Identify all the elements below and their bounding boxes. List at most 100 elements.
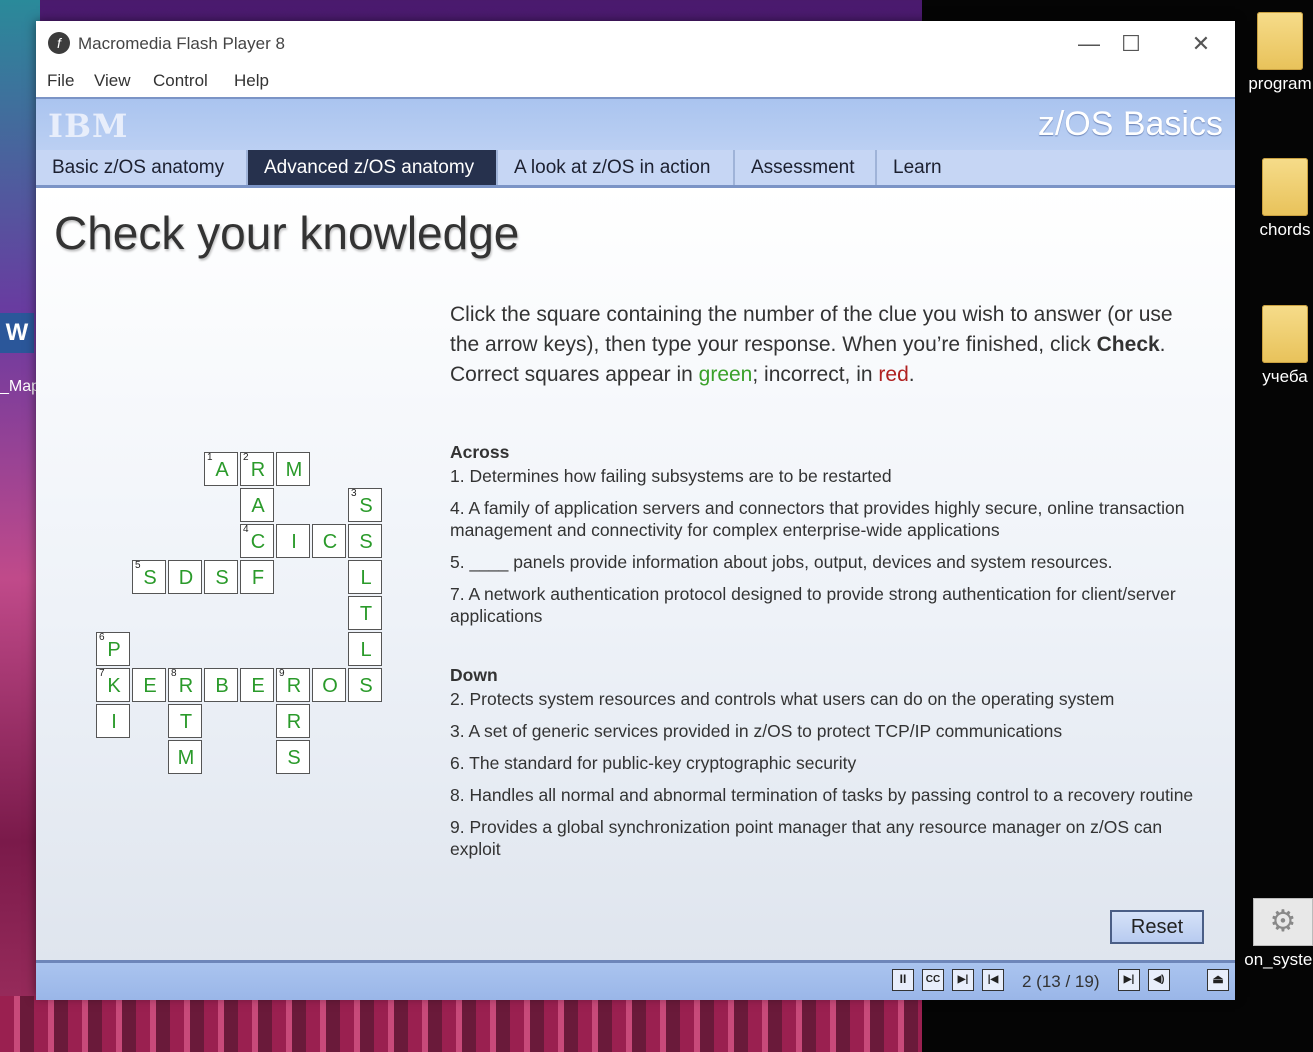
down-clue-2: 2. Protects system resources and control… [450, 689, 1115, 709]
lesson-content: Check your knowledge 1A2RMA3S4CICS5SDSFL… [36, 188, 1235, 960]
minimize-button[interactable]: — [1066, 27, 1112, 61]
volume-icon[interactable]: ◀) [1148, 969, 1170, 991]
across-clue-4: 4. A family of application servers and c… [450, 498, 1185, 540]
next-icon[interactable]: ▶| [1118, 969, 1140, 991]
crossword-cell[interactable]: 6P [96, 632, 130, 666]
instructions-text: Click the square containing the number o… [450, 300, 1190, 390]
cell-letter: M [177, 747, 195, 769]
cell-letter: A [251, 495, 265, 517]
crossword-cell[interactable]: C [312, 524, 346, 558]
pause-icon[interactable]: II [892, 969, 914, 991]
crossword-cell[interactable]: 4C [240, 524, 274, 558]
red-word: red [878, 363, 909, 386]
crossword-cell[interactable]: B [204, 668, 238, 702]
crossword-cell[interactable]: E [132, 668, 166, 702]
cell-letter: R [286, 675, 302, 697]
crossword-cell[interactable]: S [348, 524, 382, 558]
menu-file[interactable]: File [47, 71, 74, 91]
crossword-cell[interactable]: 9R [276, 668, 310, 702]
menu-view[interactable]: View [94, 71, 131, 91]
cell-letter: I [111, 711, 117, 733]
cell-letter: C [250, 531, 266, 553]
page-title: Check your knowledge [54, 207, 520, 259]
crossword-cell[interactable]: S [276, 740, 310, 774]
crossword-cell[interactable]: 5S [132, 560, 166, 594]
cell-letter: A [215, 459, 229, 481]
crossword-cell[interactable]: F [240, 560, 274, 594]
cell-letter: L [360, 639, 372, 661]
cell-letter: S [287, 747, 301, 769]
crossword-cell[interactable]: O [312, 668, 346, 702]
crossword-cell[interactable]: R [276, 704, 310, 738]
tab-assessment[interactable]: Assessment [735, 150, 877, 185]
gear-icon: ⚙ [1253, 898, 1313, 946]
player-controls-bar: II CC ▶| |◀ 2 (13 / 19) ▶| ◀) ⏏ [36, 960, 1235, 1000]
crossword-cell[interactable]: T [168, 704, 202, 738]
menu-help[interactable]: Help [234, 71, 269, 91]
crossword-cell[interactable]: I [276, 524, 310, 558]
crossword-cell[interactable]: L [348, 632, 382, 666]
cell-letter: F [251, 567, 265, 589]
desktop-icon-chords[interactable]: chords [1240, 158, 1313, 240]
menu-control[interactable]: Control [153, 71, 208, 91]
across-clue-1: 1. Determines how failing subsystems are… [450, 466, 892, 486]
crossword-cell[interactable]: 7K [96, 668, 130, 702]
cell-letter: S [359, 531, 373, 553]
desktop-icon-label: program [1248, 74, 1312, 93]
crossword-cell[interactable]: I [96, 704, 130, 738]
cell-letter: R [178, 675, 194, 697]
crossword-cell[interactable]: 2R [240, 452, 274, 486]
cc-icon[interactable]: CC [922, 969, 944, 991]
course-header: IBM z/OS Basics [36, 97, 1235, 152]
folder-icon [1262, 158, 1308, 216]
crossword-grid: 1A2RMA3S4CICS5SDSFLT6PL7KE8RBE9ROSITRMS [96, 452, 386, 782]
cell-letter: O [322, 675, 338, 697]
cell-letter: D [178, 567, 194, 589]
crossword-cell[interactable]: E [240, 668, 274, 702]
down-clue-8: 8. Handles all normal and abnormal termi… [450, 785, 1194, 805]
cell-letter: T [359, 603, 373, 625]
cell-letter: T [179, 711, 193, 733]
down-clue-9: 9. Provides a global synchronization poi… [450, 817, 1163, 859]
word-app-icon[interactable]: W [0, 313, 34, 353]
clue-list: Across 1. Determines how failing subsyst… [450, 442, 1195, 870]
tab-advanced-zos-anatomy[interactable]: Advanced z/OS anatomy [248, 150, 498, 185]
desktop-icon-label: on_systen [1244, 950, 1313, 969]
tab-basic-zos-anatomy[interactable]: Basic z/OS anatomy [36, 150, 248, 185]
crossword-cell[interactable]: L [348, 560, 382, 594]
cell-letter: R [286, 711, 302, 733]
crossword-cell[interactable]: 8R [168, 668, 202, 702]
cell-letter: R [250, 459, 266, 481]
crossword-cell[interactable]: S [348, 668, 382, 702]
crossword-cell[interactable]: S [204, 560, 238, 594]
crossword-cell[interactable]: M [168, 740, 202, 774]
reset-button[interactable]: Reset [1110, 910, 1204, 944]
maximize-button[interactable]: ☐ [1108, 27, 1154, 61]
across-heading: Across [450, 442, 510, 462]
across-clue-5: 5. ____ panels provide information about… [450, 552, 1113, 572]
folder-icon [1262, 305, 1308, 363]
tab-learn-more[interactable]: Learn more [877, 150, 1003, 213]
cell-letter: I [291, 531, 297, 553]
crossword-cell[interactable]: 1A [204, 452, 238, 486]
desktop-icon-label: учеба [1262, 367, 1308, 386]
cell-letter: B [215, 675, 229, 697]
desktop-icon-on-systen[interactable]: ⚙ on_systen [1238, 898, 1313, 970]
crossword-cell[interactable]: 3S [348, 488, 382, 522]
cell-letter: M [285, 459, 303, 481]
tab-zos-in-action[interactable]: A look at z/OS in action [498, 150, 735, 185]
cell-letter: P [107, 639, 121, 661]
down-heading: Down [450, 665, 498, 685]
desktop-icon-program[interactable]: program [1235, 12, 1313, 94]
rewind-icon[interactable]: |◀ [982, 969, 1004, 991]
crossword-cell[interactable]: M [276, 452, 310, 486]
crossword-cell[interactable]: T [348, 596, 382, 630]
close-button[interactable]: ✕ [1178, 27, 1224, 61]
eject-icon[interactable]: ⏏ [1207, 969, 1229, 991]
desktop-icon-ucheba[interactable]: учеба [1240, 305, 1313, 387]
play-step-icon[interactable]: ▶| [952, 969, 974, 991]
crossword-cell[interactable]: A [240, 488, 274, 522]
crossword-cell[interactable]: D [168, 560, 202, 594]
menu-bar: File View Control Help [36, 67, 1235, 97]
title-bar[interactable]: f Macromedia Flash Player 8 — ☐ ✕ [36, 21, 1235, 67]
